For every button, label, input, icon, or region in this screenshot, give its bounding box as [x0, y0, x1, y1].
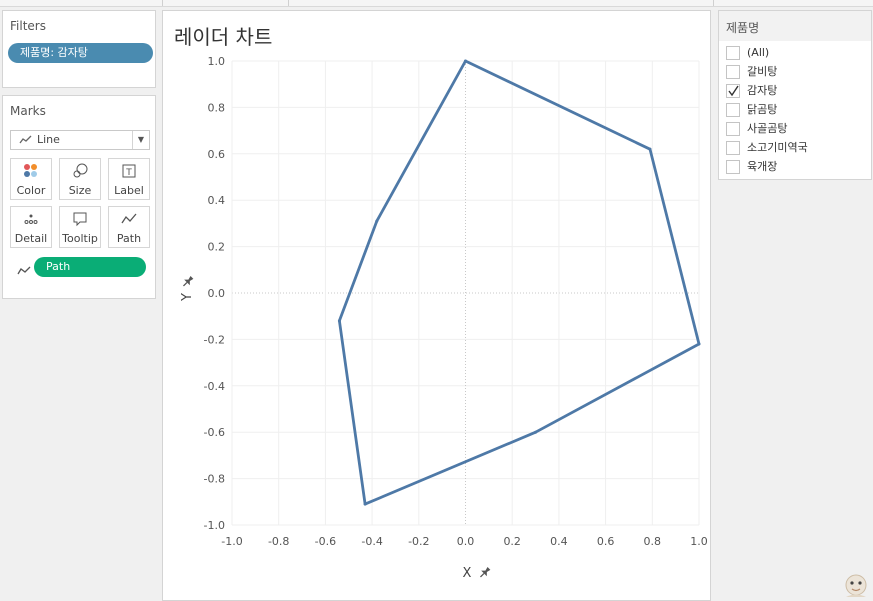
tooltip-button[interactable]: Tooltip: [59, 206, 101, 248]
radar-vertex-point: [534, 430, 538, 434]
x-axis-pin-icon[interactable]: [478, 566, 492, 580]
checkbox[interactable]: [726, 46, 740, 60]
mark-type-label: Line: [37, 133, 60, 146]
x-tick-label: 0.0: [457, 535, 475, 548]
product-option-label: (All): [747, 46, 770, 59]
toolbar-divider: [713, 0, 714, 6]
detail-dots-icon: [11, 211, 51, 229]
top-toolbar-strip: [0, 0, 873, 7]
mascot-watermark-icon: [841, 568, 871, 600]
mark-type-dropdown[interactable]: Line ▼: [10, 130, 150, 150]
color-button-label: Color: [16, 184, 46, 197]
product-filter-card: 제품명 (All) 갈비탕감자탕닭곰탕사골곰탕소고기미역국육개장: [718, 10, 872, 180]
radar-vertex-point: [464, 59, 467, 63]
label-button-label: Label: [114, 184, 144, 197]
filters-shelf: Filters 제품명: 감자탕: [2, 10, 156, 88]
x-tick-label: -0.2: [408, 535, 429, 548]
path-line-icon: [109, 211, 149, 229]
path-button-label: Path: [116, 232, 142, 245]
y-tick-label: -1.0: [204, 519, 225, 532]
checkbox[interactable]: [726, 141, 740, 155]
x-tick-label: 0.2: [503, 535, 521, 548]
filters-title: Filters: [10, 19, 46, 33]
y-tick-label: 0.6: [208, 148, 226, 161]
x-tick-label: 1.0: [690, 535, 708, 548]
product-filter-title: 제품명: [726, 21, 760, 35]
radar-vertex-point: [648, 147, 652, 151]
y-tick-label: -0.2: [204, 333, 225, 346]
product-option-label: 사골곰탕: [747, 122, 788, 135]
y-tick-label: -0.6: [204, 426, 225, 439]
x-tick-label: -1.0: [221, 535, 242, 548]
y-tick-label: -0.4: [204, 380, 225, 393]
size-circles-icon: [60, 163, 100, 181]
y-tick-label: 0.8: [208, 101, 226, 114]
x-tick-label: 0.4: [550, 535, 568, 548]
x-axis-title: X: [463, 566, 472, 581]
y-tick-label: 0.2: [208, 241, 226, 254]
y-tick-label: 0.4: [208, 194, 226, 207]
color-button[interactable]: Color: [10, 158, 52, 200]
x-tick-label: 0.6: [597, 535, 615, 548]
detail-button[interactable]: Detail: [10, 206, 52, 248]
radar-chart-plot[interactable]: 1.0 0.8 0.6 0.4 0.2 0.0 -0.2 -0.4 -0.6 -0.8 -1.0 -1…: [163, 11, 710, 600]
y-tick-label: 1.0: [208, 55, 226, 68]
chevron-down-icon: ▼: [132, 131, 149, 149]
y-tick-label: 0.0: [208, 287, 226, 300]
y-tick-label: -0.8: [204, 473, 225, 486]
product-option-label: 닭곰탕: [747, 103, 778, 116]
radar-vertex-point: [375, 219, 379, 223]
checkbox[interactable]: [726, 65, 740, 79]
svg-text:T: T: [125, 168, 132, 178]
filter-pill-product[interactable]: 제품명: 감자탕: [8, 43, 153, 63]
checkmark-icon: [728, 85, 739, 97]
x-tick-label: -0.6: [315, 535, 336, 548]
checkbox[interactable]: [726, 160, 740, 174]
x-tick-label: -0.4: [361, 535, 382, 548]
radar-vertex-point: [697, 342, 701, 346]
y-axis-pin-icon[interactable]: [181, 275, 195, 289]
toolbar-divider: [162, 0, 163, 6]
product-option-label: 갈비탕: [747, 65, 778, 78]
path-line-icon: [17, 261, 31, 280]
line-mark-icon: [19, 135, 32, 148]
x-tick-label: -0.8: [268, 535, 289, 548]
radar-series-path: [337, 59, 701, 506]
radar-vertex-point: [363, 502, 367, 506]
radar-vertex-point: [337, 319, 341, 323]
chart-view: 레이더 차트 1.0 0.8 0.6 0.4 0.2 0.0 -0.2 -0.4 -0.6 -0.…: [162, 10, 711, 601]
label-t-icon: T: [109, 163, 149, 181]
marks-title: Marks: [10, 104, 46, 118]
label-button[interactable]: T Label: [108, 158, 150, 200]
product-option-label: 소고기미역국: [747, 141, 808, 154]
color-dots-icon: [11, 163, 51, 181]
tooltip-button-label: Tooltip: [62, 232, 98, 245]
path-pill[interactable]: Path: [34, 257, 146, 277]
x-tick-label: 0.8: [644, 535, 662, 548]
marks-card: Marks Line ▼ Color Size T Label Detail T…: [2, 95, 156, 299]
toolbar-divider: [288, 0, 289, 6]
size-button[interactable]: Size: [59, 158, 101, 200]
size-button-label: Size: [68, 184, 92, 197]
checkbox[interactable]: [726, 103, 740, 117]
y-axis-title: Y: [180, 293, 195, 302]
detail-button-label: Detail: [14, 232, 48, 245]
checkbox-checked[interactable]: [726, 84, 740, 98]
checkbox[interactable]: [726, 122, 740, 136]
product-option-label: 감자탕: [747, 84, 778, 97]
path-button[interactable]: Path: [108, 206, 150, 248]
product-option-label: 육개장: [747, 160, 778, 173]
tooltip-bubble-icon: [60, 211, 100, 229]
